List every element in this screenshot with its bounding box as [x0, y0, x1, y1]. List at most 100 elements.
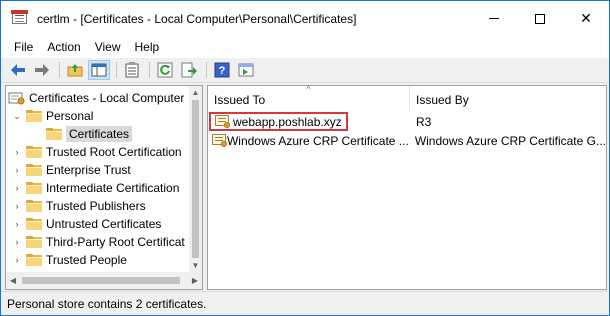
- maximize-icon: [535, 13, 545, 24]
- menu-action[interactable]: Action: [40, 37, 87, 57]
- close-button[interactable]: ✕: [563, 1, 609, 36]
- column-header-issued-by[interactable]: Issued By: [410, 86, 606, 111]
- toolbar: ?: [1, 58, 609, 83]
- scroll-thumb[interactable]: [192, 100, 199, 258]
- status-bar: Personal store contains 2 certificates.: [1, 291, 609, 315]
- forward-arrow-icon: [35, 64, 49, 76]
- back-arrow-icon: [11, 64, 25, 76]
- minimize-button[interactable]: [471, 1, 517, 36]
- cell-issued-to: Windows Azure CRP Certificate ...: [226, 133, 409, 148]
- folder-icon: [26, 146, 42, 158]
- scroll-up-icon[interactable]: ▲: [189, 86, 202, 99]
- tree-item-trusted-people[interactable]: › Trusted People: [12, 251, 127, 269]
- chevron-right-icon[interactable]: ›: [12, 147, 22, 157]
- scroll-left-icon[interactable]: ◀: [6, 272, 20, 289]
- certlm-window: certlm - [Certificates - Local Computer\…: [0, 0, 610, 316]
- folder-icon: [26, 218, 42, 230]
- folder-icon: [26, 254, 42, 266]
- column-header-label: Issued To: [214, 93, 266, 107]
- tree-horizontal-scrollbar[interactable]: ◀ ▶: [6, 272, 202, 289]
- table-row[interactable]: Windows Azure CRP Certificate ... Window…: [208, 131, 606, 150]
- sort-ascending-icon: ^: [306, 85, 311, 94]
- title-bar[interactable]: certlm - [Certificates - Local Computer\…: [1, 1, 609, 36]
- chevron-right-icon[interactable]: ›: [12, 165, 22, 175]
- tree-item-personal[interactable]: ⌄ Personal: [12, 107, 93, 125]
- tree-item-trusted-publishers[interactable]: › Trusted Publishers: [12, 197, 146, 215]
- tree-item-label: Trusted Publishers: [46, 199, 146, 213]
- scroll-right-icon[interactable]: ▶: [188, 272, 202, 289]
- tree-item-label: Trusted People: [46, 253, 127, 267]
- folder-icon: [26, 182, 42, 194]
- certificate-icon: [212, 133, 227, 148]
- certificate-icon: [215, 114, 231, 129]
- properties-button[interactable]: [235, 60, 257, 80]
- cell-issued-to: webapp.poshlab.xyz: [233, 114, 342, 129]
- tree-item-label: Personal: [46, 109, 94, 123]
- show-hide-tree-icon: [91, 63, 107, 77]
- chevron-right-icon[interactable]: ›: [12, 255, 22, 265]
- cell-issued-by: R3: [416, 114, 432, 129]
- tree-item-label: Certificates - Local Computer: [29, 91, 185, 105]
- toolbar-separator: [149, 62, 150, 78]
- chevron-down-icon[interactable]: ⌄: [12, 111, 22, 121]
- close-icon: ✕: [580, 10, 592, 26]
- tree-item-label: Third-Party Root Certificat: [46, 235, 185, 249]
- tree-item-certificates[interactable]: Certificates: [46, 125, 133, 143]
- toolbar-separator: [116, 62, 117, 78]
- tree-item-untrusted[interactable]: › Untrusted Certificates: [12, 215, 162, 233]
- chevron-right-icon[interactable]: ›: [12, 237, 22, 247]
- export-icon: [181, 62, 197, 78]
- back-button[interactable]: [7, 60, 29, 80]
- properties-icon: [238, 63, 254, 77]
- certlm-app-icon: [11, 9, 29, 28]
- console-tree[interactable]: Certificates - Local Computer ⌄ Personal…: [5, 85, 203, 290]
- cell-issued-by: Windows Azure CRP Certificate G...: [414, 133, 606, 148]
- tree-item-enterprise-trust[interactable]: › Enterprise Trust: [12, 161, 131, 179]
- up-one-level-button[interactable]: [64, 60, 86, 80]
- column-header-issued-to[interactable]: ^ Issued To: [208, 86, 410, 111]
- toolbar-separator: [59, 62, 60, 78]
- column-header-label: Issued By: [416, 93, 469, 107]
- tree-item-label: Certificates: [66, 126, 133, 142]
- tree-item-label: Trusted Root Certification: [46, 145, 182, 159]
- forward-button[interactable]: [31, 60, 53, 80]
- folder-icon: [26, 110, 42, 122]
- show-hide-tree-button[interactable]: [88, 60, 110, 80]
- help-icon: ?: [214, 62, 230, 78]
- chevron-right-icon[interactable]: ›: [12, 183, 22, 193]
- folder-icon: [26, 164, 42, 176]
- maximize-button[interactable]: [517, 1, 563, 36]
- folder-icon: [46, 128, 62, 140]
- help-button[interactable]: ?: [211, 60, 233, 80]
- menu-view[interactable]: View: [88, 37, 128, 57]
- tree-item-label: Enterprise Trust: [46, 163, 131, 177]
- up-folder-icon: [67, 64, 83, 77]
- refresh-icon: [157, 62, 173, 78]
- tree-item-trusted-root[interactable]: › Trusted Root Certification: [12, 143, 182, 161]
- status-text: Personal store contains 2 certificates.: [7, 296, 207, 311]
- chevron-right-icon[interactable]: ›: [12, 219, 22, 229]
- certificates-snapin-icon: [8, 92, 25, 105]
- svg-text:?: ?: [219, 65, 226, 77]
- scroll-down-icon[interactable]: ▼: [189, 259, 202, 272]
- folder-icon: [26, 200, 42, 212]
- tree-item-label: Intermediate Certification: [46, 181, 180, 195]
- menu-help[interactable]: Help: [128, 37, 167, 57]
- certificate-list[interactable]: ^ Issued To Issued By webapp.poshlab.xyz…: [207, 85, 607, 290]
- table-row[interactable]: webapp.poshlab.xyz R3: [208, 112, 606, 131]
- refresh-button[interactable]: [154, 60, 176, 80]
- chevron-right-icon[interactable]: ›: [12, 201, 22, 211]
- minimize-icon: [489, 18, 499, 19]
- tree-item-intermediate[interactable]: › Intermediate Certification: [12, 179, 180, 197]
- menu-file[interactable]: File: [7, 37, 40, 57]
- tree-vertical-scrollbar[interactable]: ▲ ▼: [189, 86, 202, 272]
- tree-item-root[interactable]: Certificates - Local Computer: [8, 89, 184, 107]
- folder-icon: [26, 236, 42, 248]
- export-button[interactable]: [178, 60, 200, 80]
- export-list-button[interactable]: [121, 60, 143, 80]
- scroll-thumb[interactable]: [22, 277, 180, 284]
- tree-item-label: Untrusted Certificates: [46, 217, 162, 231]
- menu-bar: File Action View Help: [1, 36, 609, 58]
- tree-item-third-party-root[interactable]: › Third-Party Root Certificat: [12, 233, 185, 251]
- window-title: certlm - [Certificates - Local Computer\…: [37, 11, 357, 26]
